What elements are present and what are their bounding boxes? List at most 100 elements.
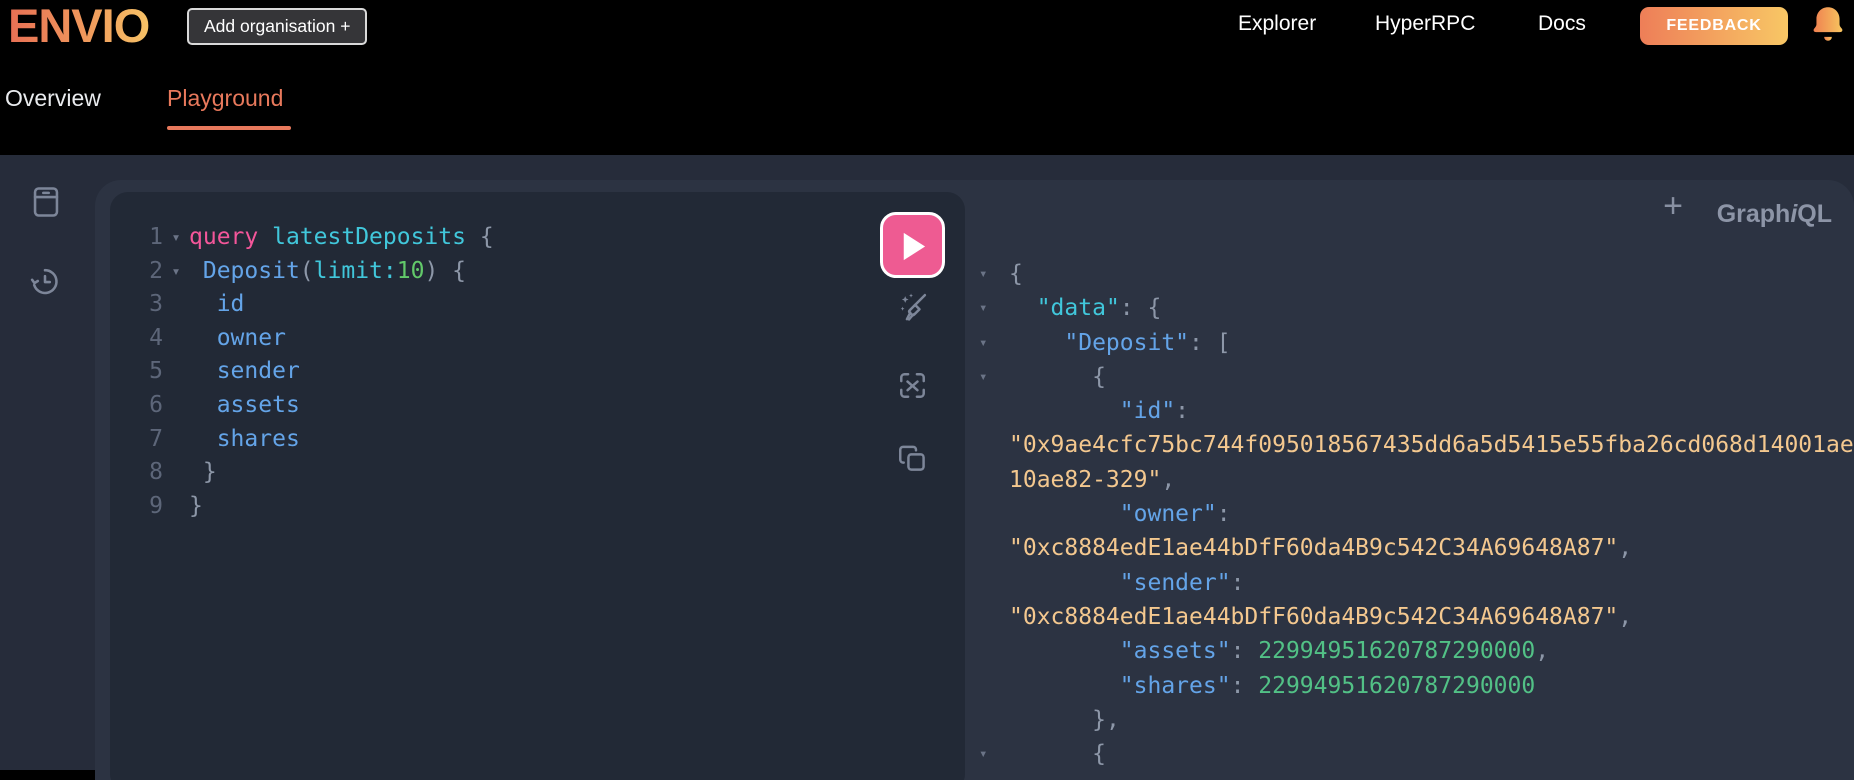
token: "Deposit" (1064, 329, 1190, 356)
token: : (1175, 398, 1190, 425)
tab-overview[interactable]: Overview (5, 85, 101, 112)
token: assets (216, 391, 300, 418)
query-editor[interactable]: 1 ▾ query latestDeposits {2 ▾ Deposit(limit… (110, 192, 965, 780)
fold-arrow-icon[interactable]: ▾ (163, 221, 189, 255)
token: { (1092, 741, 1106, 768)
token: : (1230, 672, 1259, 699)
token: limit: (313, 257, 397, 284)
line-number: 5 (149, 358, 163, 385)
line-number: 8 (149, 459, 163, 486)
notification-bell-icon[interactable] (1806, 3, 1850, 51)
token: } (202, 459, 217, 486)
token: 22994951620787290000 (1258, 672, 1536, 699)
fold-arrow-icon[interactable]: ▾ (979, 257, 1009, 291)
line-number: 9 (149, 492, 163, 519)
code-line: 2 ▾ Deposit(limit:10) { (110, 255, 965, 289)
token: "data" (1036, 295, 1120, 322)
fold-arrow-icon[interactable]: ▾ (163, 255, 189, 289)
token: "0x9ae4cfc75bc744f095018567435dd6a5d5415… (1009, 432, 1854, 459)
merge-fragments-icon[interactable] (895, 368, 930, 403)
json-line: ▾ "data": { (979, 291, 1849, 325)
token: } (189, 492, 203, 519)
fold-arrow-icon[interactable]: ▾ (979, 326, 1009, 360)
json-line: ▾ { (979, 737, 1849, 771)
token: "0xc8884edE1ae44bDfF60da4B9c542C34A69648… (1009, 535, 1619, 562)
token: : (1230, 569, 1245, 596)
graphiql-brand: GraphiQL (1717, 200, 1832, 229)
code-line: 8 } (110, 456, 965, 490)
tab-playground[interactable]: Playground (167, 85, 283, 112)
line-number: 1 (149, 224, 163, 250)
token: : [ (1189, 329, 1231, 356)
token: "sender" (1119, 569, 1231, 596)
token: query (189, 224, 259, 250)
json-line: "owner": (979, 497, 1849, 531)
token: sender (216, 358, 300, 385)
add-tab-plus-icon[interactable]: + (1653, 186, 1693, 226)
token: latestDeposits (272, 224, 466, 250)
active-tab-underline (167, 126, 291, 130)
prettify-icon[interactable] (895, 290, 930, 325)
token: "shares" (1119, 672, 1231, 699)
line-number: 7 (149, 425, 163, 452)
token: : (1216, 501, 1231, 528)
token: : (1230, 638, 1259, 665)
execute-query-button[interactable] (880, 212, 945, 278)
docs-icon[interactable] (28, 184, 64, 220)
line-number: 4 (149, 324, 163, 351)
playground-main: 1 ▾ query latestDeposits {2 ▾ Deposit(limit… (0, 155, 1854, 780)
line-number: 2 (149, 257, 163, 284)
line-number: 3 (149, 291, 163, 318)
token: Deposit (202, 257, 300, 284)
token: shares (216, 425, 300, 452)
brand-graph: Graph (1716, 200, 1791, 228)
token: , (1618, 535, 1633, 562)
json-line: }, (979, 703, 1849, 737)
nav-link-docs[interactable]: Docs (1538, 12, 1586, 36)
json-line: "0xc8884edE1ae44bDfF60da4B9c542C34A69648… (979, 531, 1849, 565)
copy-icon[interactable] (895, 441, 930, 476)
graphiql-card: 1 ▾ query latestDeposits {2 ▾ Deposit(limit… (95, 180, 1854, 780)
code-line: 6 assets (110, 389, 965, 423)
token: ( (299, 257, 314, 284)
token: , (1161, 466, 1176, 493)
code-line: 3 id (110, 288, 965, 322)
token: "0xc8884edE1ae44bDfF60da4B9c542C34A69648… (1009, 603, 1619, 630)
code-line: 9} (110, 490, 965, 524)
json-line: "assets": 22994951620787290000, (979, 634, 1849, 668)
json-line: ▾{ (979, 257, 1849, 291)
json-line: "0x9ae4cfc75bc744f095018567435dd6a5d5415… (979, 428, 1854, 462)
token: , (1535, 638, 1550, 665)
history-icon[interactable] (27, 263, 63, 299)
token: ) { (424, 257, 466, 284)
token: 10 (396, 257, 425, 284)
nav-link-hyperrpc[interactable]: HyperRPC (1375, 12, 1475, 36)
nav-link-explorer[interactable]: Explorer (1238, 12, 1316, 36)
code-line: 1 ▾ query latestDeposits { (110, 221, 965, 255)
feedback-button[interactable]: FEEDBACK (1640, 7, 1788, 45)
json-line: "shares": 22994951620787290000 (979, 669, 1849, 703)
envio-logo[interactable]: ENVIO (8, 0, 150, 53)
token: "id" (1119, 398, 1176, 425)
token: "assets" (1119, 638, 1231, 665)
token: : { (1119, 295, 1162, 322)
add-organisation-button[interactable]: Add organisation + (187, 8, 368, 45)
fold-arrow-icon[interactable]: ▾ (979, 737, 1009, 771)
token: { (1092, 363, 1106, 390)
fold-arrow-icon[interactable]: ▾ (979, 291, 1009, 325)
fold-arrow-icon[interactable]: ▾ (979, 360, 1009, 394)
code-line: 4 owner (110, 322, 965, 356)
